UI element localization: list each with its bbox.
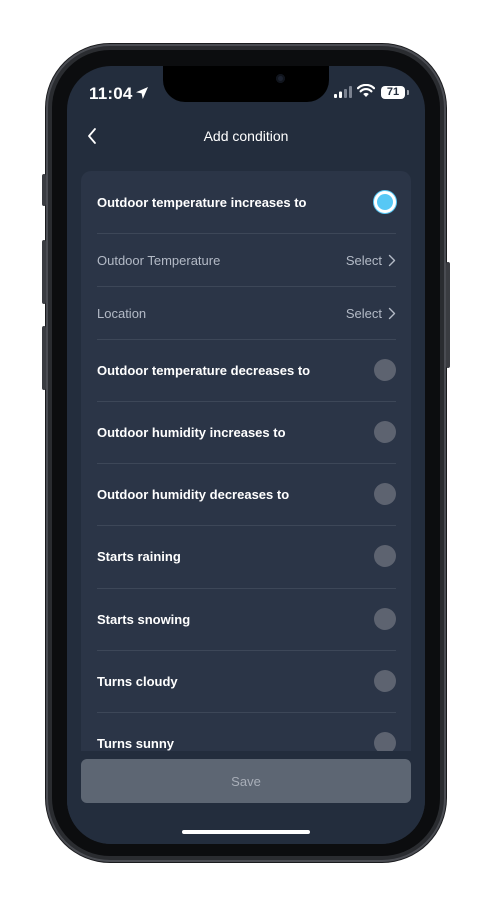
volume-down-button <box>42 326 46 390</box>
battery-icon: 71 <box>381 86 405 99</box>
chevron-right-icon <box>388 254 396 266</box>
select-text: Select <box>345 252 382 268</box>
chevron-right-icon <box>388 307 396 319</box>
page-title: Add condition <box>203 128 289 144</box>
sub-option-outdoor-temperature[interactable]: Outdoor Temperature Select <box>97 249 396 271</box>
cellular-signal-icon <box>334 86 352 98</box>
divider <box>97 525 396 526</box>
select-text: Select <box>345 305 382 321</box>
radio-unselected-icon[interactable] <box>374 359 396 381</box>
divider <box>97 463 396 464</box>
radio-unselected-icon[interactable] <box>374 670 396 692</box>
sub-option-location[interactable]: Location Select <box>97 302 396 324</box>
notch <box>163 66 329 102</box>
condition-label: Turns sunny <box>97 735 175 751</box>
location-arrow-icon <box>136 87 148 99</box>
battery-level: 71 <box>386 86 400 98</box>
divider <box>97 286 396 287</box>
front-camera <box>276 74 285 83</box>
condition-label: Starts snowing <box>97 611 191 627</box>
condition-label: Outdoor humidity decreases to <box>97 486 290 502</box>
divider <box>97 401 396 402</box>
condition-label: Starts raining <box>97 548 181 564</box>
divider <box>97 339 396 340</box>
divider <box>97 588 396 589</box>
condition-row-temperature-decreases[interactable]: Outdoor temperature decreases to <box>97 359 396 381</box>
silent-switch <box>42 174 46 206</box>
condition-row-starts-raining[interactable]: Starts raining <box>97 545 396 567</box>
condition-label: Outdoor temperature decreases to <box>97 362 311 378</box>
divider <box>97 650 396 651</box>
radio-unselected-icon[interactable] <box>374 545 396 567</box>
radio-unselected-icon[interactable] <box>374 421 396 443</box>
condition-label: Outdoor temperature increases to <box>97 194 307 210</box>
radio-unselected-icon[interactable] <box>374 483 396 505</box>
screen: 11:04 71 Add condition Outdoor temperatu… <box>67 66 425 844</box>
condition-row-humidity-decreases[interactable]: Outdoor humidity decreases to <box>97 483 396 505</box>
condition-label: Outdoor humidity increases to <box>97 424 286 440</box>
save-button[interactable]: Save <box>81 759 411 803</box>
condition-row-temperature-increases[interactable]: Outdoor temperature increases to <box>97 191 396 213</box>
sub-option-label: Location <box>97 305 147 321</box>
volume-up-button <box>42 240 46 304</box>
battery-cap <box>407 90 409 95</box>
home-indicator[interactable] <box>182 830 310 834</box>
select-link[interactable]: Select <box>346 306 396 321</box>
divider <box>97 233 396 234</box>
power-button <box>446 262 450 368</box>
condition-label: Turns cloudy <box>97 673 178 689</box>
header: Add condition <box>67 118 425 154</box>
select-link[interactable]: Select <box>346 253 396 268</box>
status-time: 11:04 <box>89 84 133 103</box>
condition-row-turns-cloudy[interactable]: Turns cloudy <box>97 670 396 692</box>
conditions-card: Outdoor temperature increases to Outdoor… <box>81 171 411 811</box>
condition-row-starts-snowing[interactable]: Starts snowing <box>97 608 396 630</box>
radio-selected-icon[interactable] <box>374 191 396 213</box>
wifi-icon <box>357 84 375 97</box>
condition-row-humidity-increases[interactable]: Outdoor humidity increases to <box>97 421 396 443</box>
divider <box>97 712 396 713</box>
sub-option-label: Outdoor Temperature <box>97 252 221 268</box>
radio-unselected-icon[interactable] <box>374 608 396 630</box>
